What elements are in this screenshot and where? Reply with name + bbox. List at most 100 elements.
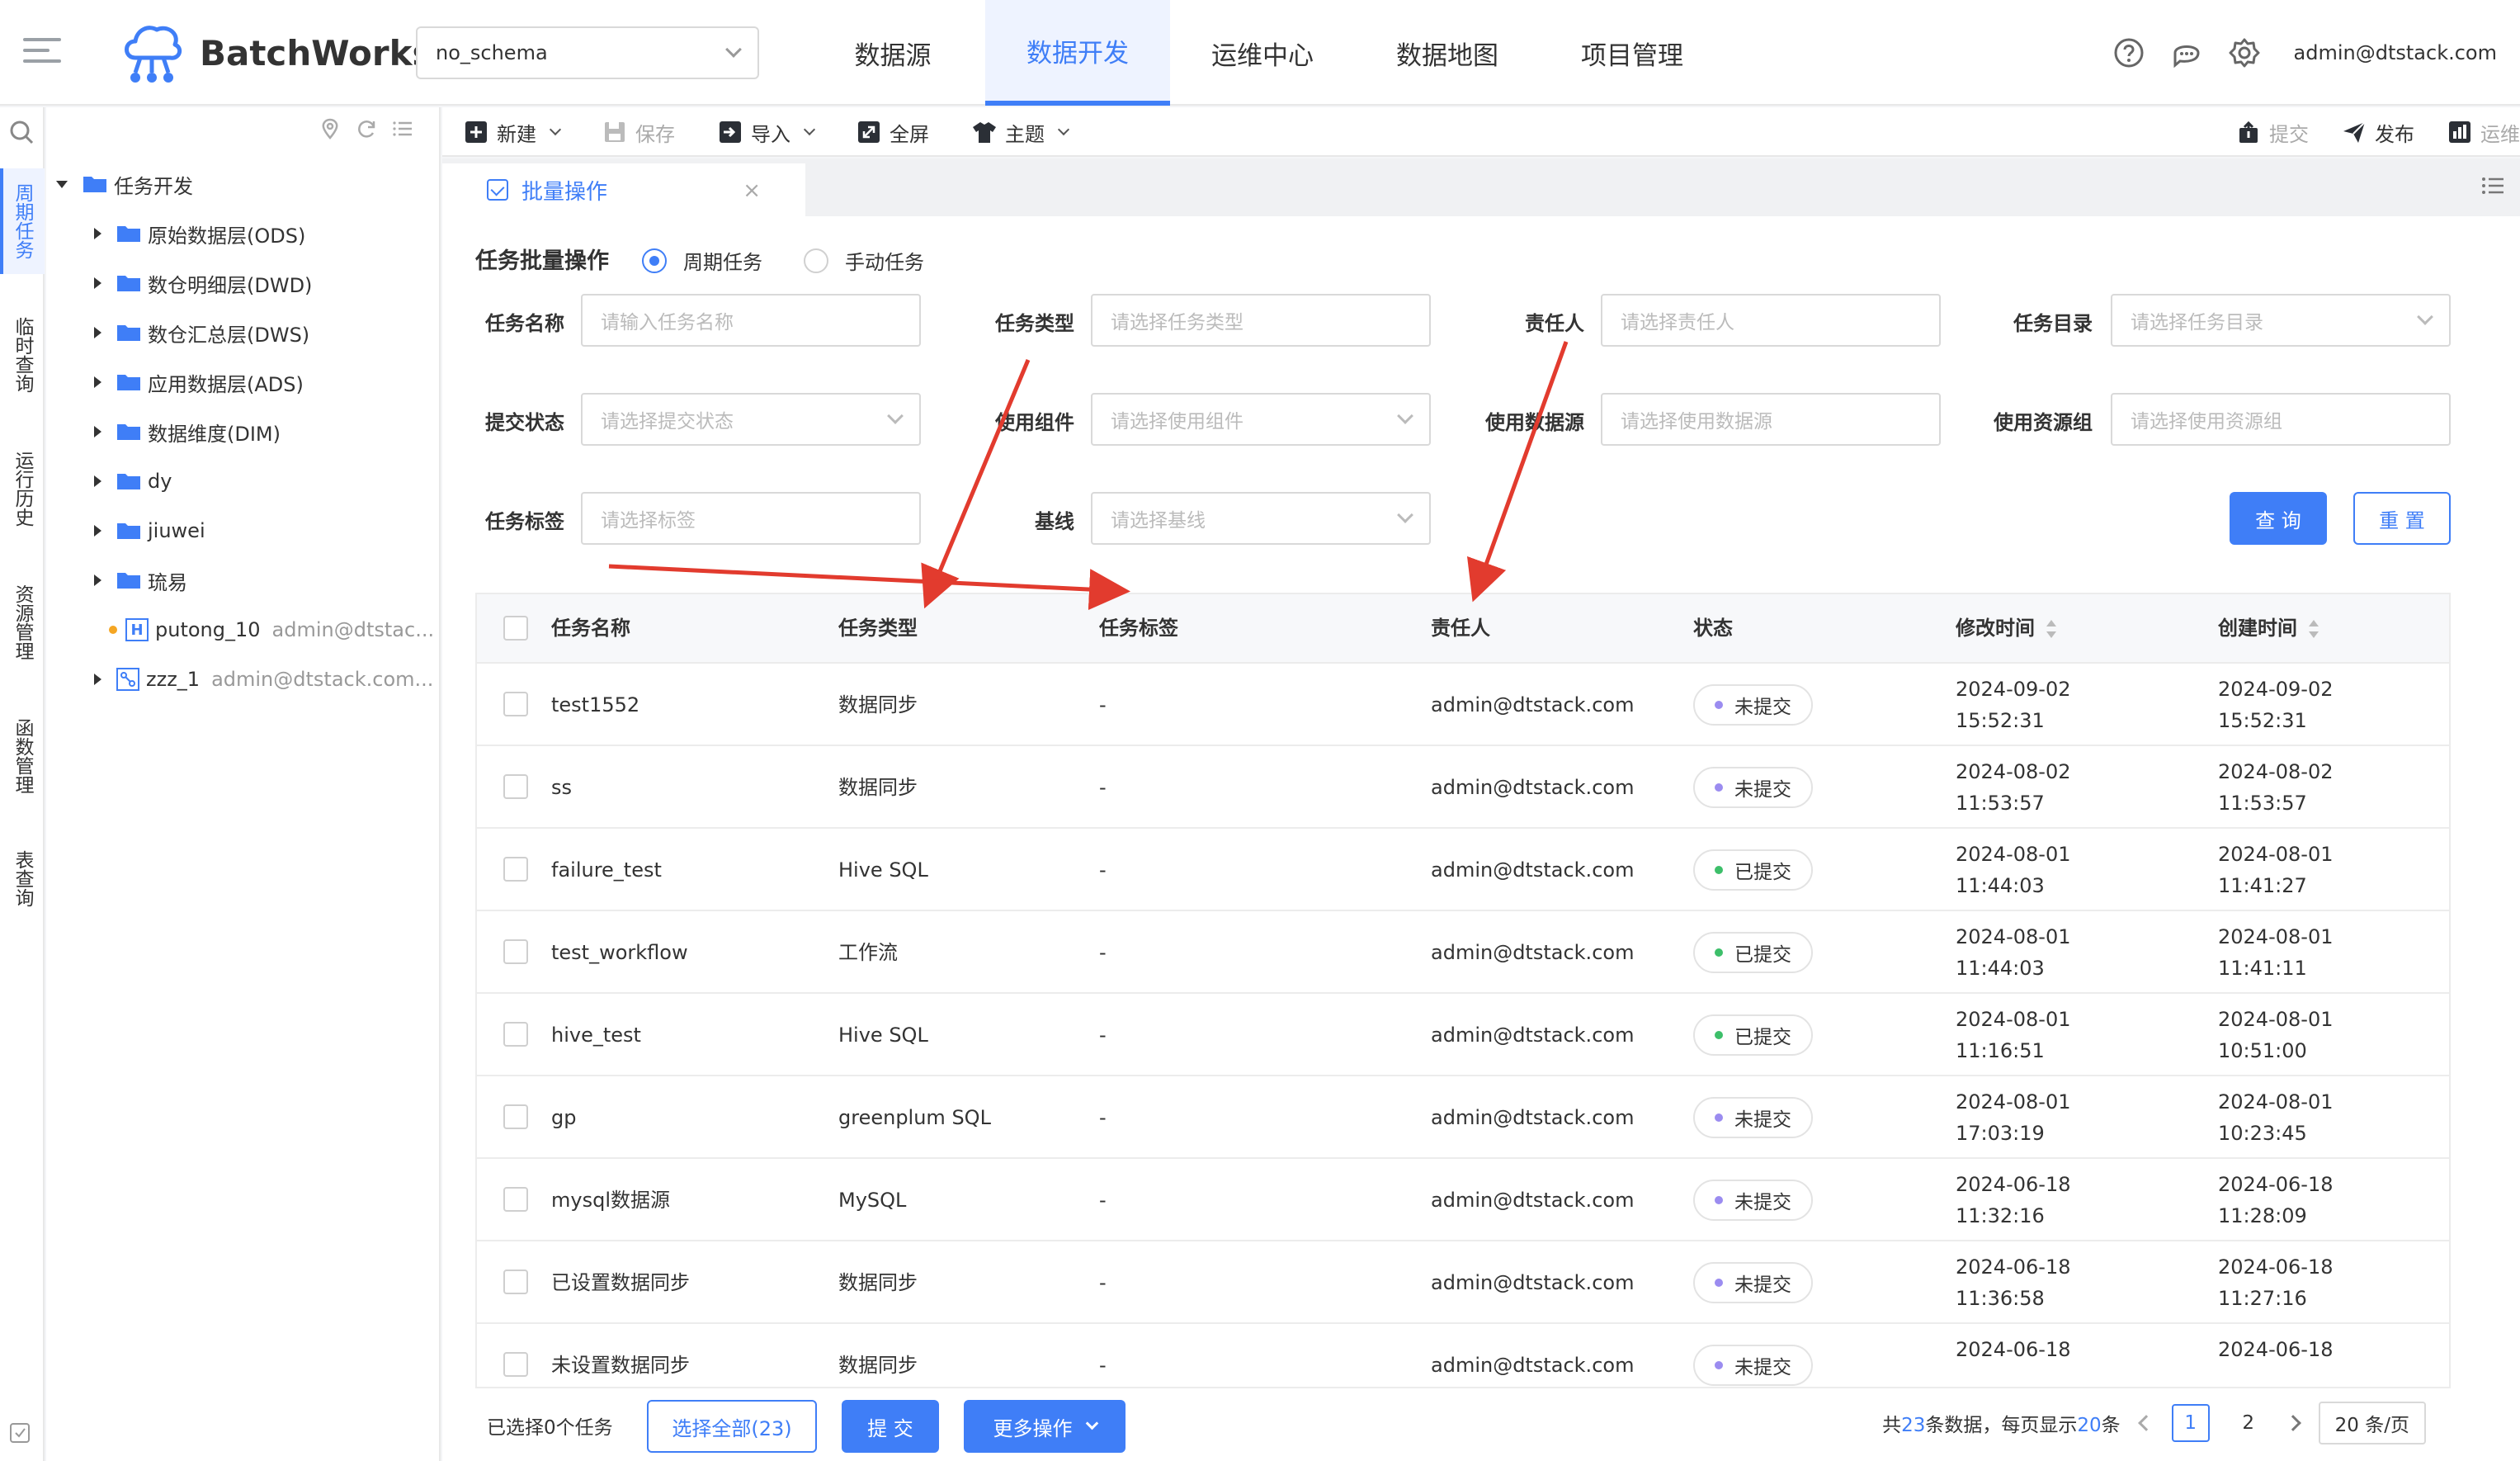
row-checkbox[interactable] — [503, 1104, 528, 1129]
submit-button[interactable]: 提交 — [2236, 118, 2309, 147]
tree-folder[interactable]: 琉易 — [94, 560, 187, 601]
schema-select[interactable]: no_schema — [416, 26, 759, 79]
tag-select[interactable]: 请选择标签 — [581, 492, 921, 545]
caret-right-icon[interactable] — [94, 228, 101, 239]
list-view-icon[interactable] — [391, 117, 414, 140]
select-all-checkbox[interactable] — [503, 616, 528, 641]
nav-data-map[interactable]: 数据地图 — [1355, 0, 1540, 106]
ops-button[interactable]: 运维 — [2447, 118, 2520, 147]
locate-icon[interactable] — [319, 117, 342, 140]
tab-batch-operation[interactable]: 批量操作 × — [442, 163, 805, 216]
nav-datasource[interactable]: 数据源 — [800, 0, 985, 106]
tree-folder[interactable]: 数仓明细层(DWD) — [94, 262, 312, 304]
table-row[interactable]: failure_test Hive SQL - admin@dtstack.com 已提… — [477, 829, 2449, 911]
menu-toggle-icon[interactable] — [23, 38, 61, 68]
caret-right-icon[interactable] — [94, 525, 101, 537]
row-checkbox[interactable] — [503, 774, 528, 799]
refresh-icon[interactable] — [355, 117, 378, 140]
fullscreen-button[interactable]: 全屏 — [857, 118, 929, 147]
tree-root-task-dev[interactable]: 任务开发 — [56, 163, 193, 205]
rail-run-history[interactable]: 运行历史 — [0, 436, 45, 541]
radio-manual-tasks[interactable]: 手动任务 — [804, 246, 924, 275]
tree-task-zzz[interactable]: zzz_1 admin@dtstack.com... — [94, 659, 433, 700]
table-row[interactable]: 已设置数据同步 数据同步 - admin@dtstack.com 未提交 2024-06-… — [477, 1241, 2449, 1324]
tree-folder[interactable]: 数仓汇总层(DWS) — [94, 312, 309, 353]
table-row[interactable]: test_workflow 工作流 - admin@dtstack.com 已提交 202… — [477, 911, 2449, 994]
nav-project-management[interactable]: 项目管理 — [1540, 0, 1725, 106]
row-checkbox[interactable] — [503, 857, 528, 882]
owner-select[interactable]: 请选择责任人 — [1601, 294, 1941, 347]
prev-page-icon[interactable] — [2137, 1415, 2154, 1431]
caret-right-icon[interactable] — [94, 574, 101, 586]
new-button[interactable]: 新建 — [464, 118, 562, 147]
task-name-input[interactable]: 请输入任务名称 — [581, 294, 921, 347]
sort-icon[interactable] — [2309, 620, 2319, 638]
batch-submit-button[interactable]: 提 交 — [842, 1400, 939, 1453]
tree-folder[interactable]: 数据维度(DIM) — [94, 411, 281, 452]
import-button[interactable]: 导入 — [718, 118, 816, 147]
query-button[interactable]: 查 询 — [2230, 492, 2327, 545]
datasource-select[interactable]: 请选择使用数据源 — [1601, 393, 1941, 446]
table-row[interactable]: hive_test Hive SQL - admin@dtstack.com 已提交 20… — [477, 994, 2449, 1076]
rail-periodic-tasks[interactable]: 周期任务 — [0, 168, 45, 274]
search-icon[interactable] — [8, 119, 35, 145]
more-actions-button[interactable]: 更多操作 — [964, 1400, 1126, 1453]
tree-folder[interactable]: 应用数据层(ADS) — [94, 362, 304, 403]
col-created-time[interactable]: 创建时间 — [2218, 612, 2319, 644]
table-row[interactable]: ss 数据同步 - admin@dtstack.com 未提交 2024-08-02 11:… — [477, 746, 2449, 829]
table-row[interactable]: 未设置数据同步 数据同步 - admin@dtstack.com 未提交 2024-06-… — [477, 1324, 2449, 1387]
select-all-button[interactable]: 选择全部(23) — [647, 1400, 817, 1453]
tree-task-putong[interactable]: H putong_10 admin@dtstac... — [109, 609, 434, 650]
caret-right-icon[interactable] — [94, 475, 101, 487]
next-page-icon[interactable] — [2284, 1415, 2301, 1431]
row-checkbox[interactable] — [503, 1022, 528, 1047]
theme-button[interactable]: 主题 — [972, 118, 1070, 147]
message-icon[interactable] — [2170, 36, 2203, 69]
settings-gear-icon[interactable] — [2228, 36, 2261, 69]
tab-list-icon[interactable] — [2480, 173, 2505, 198]
help-icon[interactable] — [2112, 36, 2145, 69]
page-size-select[interactable]: 20 条/页 — [2318, 1402, 2426, 1444]
row-checkbox[interactable] — [503, 1270, 528, 1294]
row-checkbox[interactable] — [503, 939, 528, 964]
submit-state-select[interactable]: 请选择提交状态 — [581, 393, 921, 446]
rail-table-query[interactable]: 表查询 — [0, 837, 45, 920]
tree-folder[interactable]: jiuwei — [94, 510, 205, 551]
table-row[interactable]: mysql数据源 MySQL - admin@dtstack.com 未提交 2024-0… — [477, 1159, 2449, 1241]
user-account[interactable]: admin@dtstack.com — [2294, 41, 2497, 64]
task-dir-select[interactable]: 请选择任务目录 — [2111, 294, 2451, 347]
row-checkbox[interactable] — [503, 1352, 528, 1377]
sort-icon[interactable] — [2046, 620, 2056, 638]
nav-ops-center[interactable]: 运维中心 — [1170, 0, 1355, 106]
close-icon[interactable]: × — [743, 178, 761, 203]
rail-resource-management[interactable]: 资源管理 — [0, 570, 45, 675]
reset-button[interactable]: 重 置 — [2353, 492, 2451, 545]
resgroup-select[interactable]: 请选择使用资源组 — [2111, 393, 2451, 446]
publish-button[interactable]: 发布 — [2342, 118, 2414, 147]
caret-right-icon[interactable] — [94, 376, 101, 388]
task-type-select[interactable]: 请选择任务类型 — [1091, 294, 1431, 347]
rail-function-management[interactable]: 函数管理 — [0, 703, 45, 809]
caret-right-icon[interactable] — [94, 426, 101, 437]
caret-right-icon[interactable] — [94, 277, 101, 289]
tree-folder[interactable]: 原始数据层(ODS) — [94, 213, 305, 254]
brand[interactable]: BatchWorks — [120, 20, 433, 86]
radio-periodic-tasks[interactable]: 周期任务 — [642, 246, 762, 275]
col-modified-time[interactable]: 修改时间 — [1956, 612, 2056, 644]
caret-right-icon[interactable] — [94, 327, 101, 338]
row-checkbox[interactable] — [503, 1187, 528, 1212]
row-checkbox[interactable] — [503, 692, 528, 716]
save-button[interactable]: 保存 — [602, 118, 675, 147]
page-1[interactable]: 1 — [2171, 1404, 2210, 1442]
nav-data-development[interactable]: 数据开发 — [985, 0, 1170, 106]
table-row[interactable]: test1552 数据同步 - admin@dtstack.com 未提交 2024-09… — [477, 664, 2449, 746]
baseline-select[interactable]: 请选择基线 — [1091, 492, 1431, 545]
table-row[interactable]: gp greenplum SQL - admin@dtstack.com 未提交 2024… — [477, 1076, 2449, 1159]
caret-down-icon[interactable] — [56, 180, 68, 188]
rail-adhoc-query[interactable]: 临时查询 — [0, 302, 45, 408]
component-select[interactable]: 请选择使用组件 — [1091, 393, 1431, 446]
page-2[interactable]: 2 — [2230, 1404, 2268, 1442]
tree-folder[interactable]: dy — [94, 461, 172, 502]
caret-right-icon[interactable] — [94, 674, 101, 685]
checklist-icon[interactable] — [8, 1420, 33, 1444]
